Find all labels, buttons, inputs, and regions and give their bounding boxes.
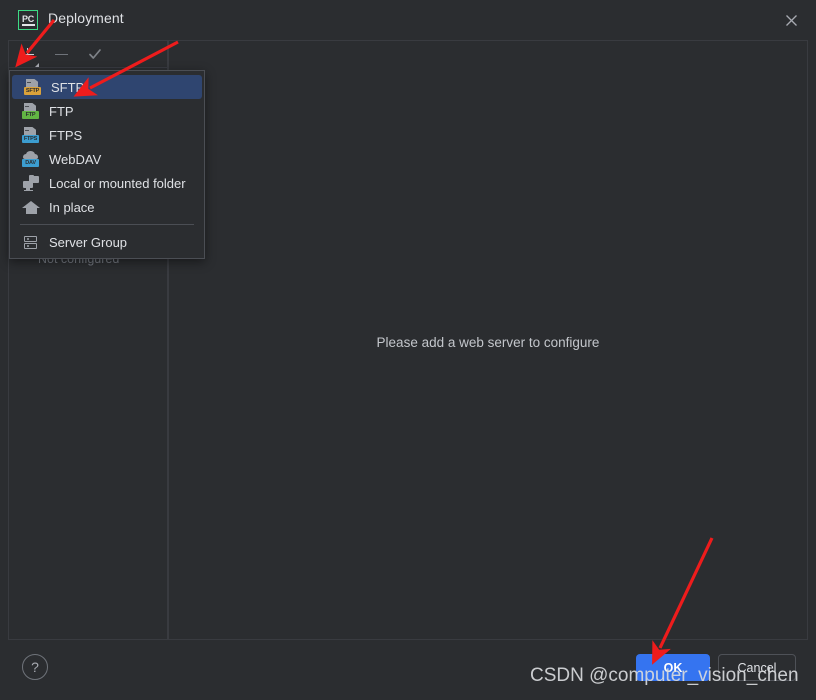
watermark-text: CSDN @computer_vision_chen — [530, 665, 799, 686]
dialog-title: Deployment — [48, 10, 124, 26]
server-config-panel: Please add a web server to configure — [169, 40, 808, 640]
help-icon: ? — [31, 659, 39, 675]
dropdown-item-ftp[interactable]: FTP FTP — [10, 99, 204, 123]
remove-server-button[interactable] — [51, 44, 71, 64]
help-button[interactable]: ? — [22, 654, 48, 680]
dropdown-item-server-group[interactable]: Server Group — [10, 230, 204, 254]
dropdown-item-label: FTP — [49, 103, 74, 119]
server-group-icon — [22, 233, 40, 251]
ftp-icon: FTP — [22, 102, 40, 120]
chevron-down-icon — [35, 63, 39, 67]
home-icon — [22, 198, 40, 216]
deployment-dialog: PC Deployment Not configured Please add … — [0, 0, 816, 700]
dropdown-item-label: Local or mounted folder — [49, 175, 186, 191]
dropdown-item-ftps[interactable]: FTPS FTPS — [10, 123, 204, 147]
dialog-titlebar: PC Deployment — [0, 0, 816, 40]
add-server-dropdown-menu: SFTP SFTP FTP FTP FTPS FTPS DAV WebDAV L… — [9, 70, 205, 259]
dropdown-item-label: WebDAV — [49, 151, 102, 167]
ftps-icon: FTPS — [22, 126, 40, 144]
sftp-badge: SFTP — [24, 87, 41, 95]
dropdown-item-label: Server Group — [49, 234, 128, 250]
server-list-toolbar — [8, 40, 168, 68]
dropdown-item-local-folder[interactable]: Local or mounted folder — [10, 171, 204, 195]
close-icon — [785, 14, 797, 26]
dropdown-item-label: FTPS — [49, 127, 83, 143]
dav-badge: DAV — [22, 159, 39, 167]
pycharm-logo-icon: PC — [18, 10, 38, 30]
sftp-icon: SFTP — [24, 78, 42, 96]
ftp-badge: FTP — [22, 111, 39, 119]
add-server-button[interactable] — [17, 44, 39, 67]
dropdown-item-label: In place — [49, 199, 95, 215]
check-icon — [89, 49, 101, 59]
pycharm-logo-text: PC — [22, 13, 34, 24]
dropdown-item-in-place[interactable]: In place — [10, 195, 204, 219]
dropdown-item-webdav[interactable]: DAV WebDAV — [10, 147, 204, 171]
ftps-badge: FTPS — [22, 135, 39, 143]
dropdown-item-label: SFTP — [51, 79, 85, 95]
dropdown-item-sftp[interactable]: SFTP SFTP — [12, 75, 202, 99]
webdav-icon: DAV — [22, 150, 40, 168]
close-button[interactable] — [774, 6, 808, 34]
pycharm-logo-bar — [22, 24, 35, 26]
dropdown-separator — [20, 224, 194, 225]
local-folder-icon — [22, 174, 40, 192]
empty-state-message: Please add a web server to configure — [376, 335, 600, 350]
set-default-button[interactable] — [85, 44, 105, 64]
